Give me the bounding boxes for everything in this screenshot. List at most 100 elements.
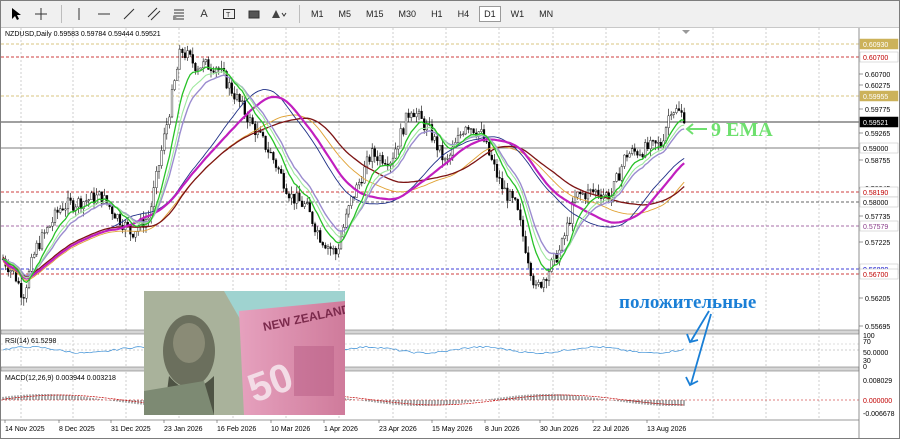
candle-body bbox=[116, 214, 119, 219]
candle-body bbox=[597, 189, 600, 196]
candle-body bbox=[628, 153, 631, 158]
candle-body bbox=[90, 192, 93, 201]
candle-body bbox=[381, 155, 384, 164]
crosshair-icon[interactable] bbox=[30, 3, 52, 25]
price-candles bbox=[1, 45, 686, 306]
candle-body bbox=[501, 178, 504, 190]
timeframe-mn[interactable]: MN bbox=[534, 6, 558, 22]
timeframe-m30[interactable]: M30 bbox=[394, 6, 422, 22]
candle-body bbox=[22, 297, 25, 299]
chart-area[interactable]: RSI(14) 61.5298 MACD(12,26,9) 0.003944 0… bbox=[1, 28, 899, 439]
candle-body bbox=[183, 52, 187, 58]
candle-body bbox=[308, 202, 311, 213]
macd-axis-label: 0.000000 bbox=[863, 398, 892, 405]
text-label-icon[interactable]: T bbox=[218, 3, 240, 25]
candle-body bbox=[498, 177, 501, 179]
price-label: 0.56205 bbox=[865, 296, 890, 303]
candle-body bbox=[649, 140, 652, 150]
candle-body bbox=[113, 213, 116, 219]
candle-body bbox=[269, 151, 272, 154]
candle-body bbox=[280, 169, 283, 174]
candle-body bbox=[550, 259, 553, 272]
rectangle-icon[interactable] bbox=[243, 3, 265, 25]
price-tag: 0.58000 bbox=[863, 200, 888, 207]
candle-body bbox=[646, 142, 649, 150]
timeframe-m5[interactable]: M5 bbox=[334, 6, 357, 22]
timeframe-m1[interactable]: M1 bbox=[306, 6, 329, 22]
horizontal-line-icon[interactable] bbox=[93, 3, 115, 25]
candle-body bbox=[165, 124, 168, 135]
candle-body bbox=[407, 112, 410, 118]
chart-title: NZDUSD,Daily 0.59583 0.59784 0.59444 0.5… bbox=[5, 31, 161, 38]
date-label: 15 May 2026 bbox=[432, 426, 473, 433]
vertical-line-icon[interactable] bbox=[68, 3, 90, 25]
candle-body bbox=[186, 50, 189, 58]
candle-body bbox=[378, 155, 382, 162]
candle-body bbox=[464, 126, 467, 135]
candle-body bbox=[267, 149, 270, 153]
candle-body bbox=[568, 222, 571, 225]
ema-arrow bbox=[685, 123, 707, 135]
price-tag: 0.58190 bbox=[863, 190, 888, 197]
timeframe-h1[interactable]: H1 bbox=[426, 6, 448, 22]
candle-body bbox=[415, 113, 418, 118]
candle-body bbox=[524, 236, 527, 253]
candle-body bbox=[511, 190, 514, 198]
fibonacci-icon[interactable]: F bbox=[168, 3, 190, 25]
cursor-icon[interactable] bbox=[5, 3, 27, 25]
toolbar-divider bbox=[61, 5, 62, 23]
candle-body bbox=[667, 115, 670, 128]
candle-body bbox=[394, 148, 397, 159]
date-label: 23 Apr 2026 bbox=[379, 426, 417, 433]
candle-body bbox=[178, 49, 181, 70]
candle-body bbox=[683, 112, 686, 124]
timeframe-m15[interactable]: M15 bbox=[361, 6, 389, 22]
trend-line-icon[interactable] bbox=[118, 3, 140, 25]
candle-body bbox=[360, 181, 363, 184]
candle-body bbox=[332, 248, 335, 250]
candle-body bbox=[293, 193, 296, 204]
candle-body bbox=[636, 151, 639, 156]
candle-body bbox=[589, 189, 592, 191]
price-label: 0.55695 bbox=[865, 324, 890, 331]
timeframe-h4[interactable]: H4 bbox=[453, 6, 475, 22]
candle-body bbox=[72, 200, 75, 211]
macd-axis-label: 0.008029 bbox=[863, 378, 892, 385]
shapes-icon[interactable] bbox=[268, 3, 290, 25]
toolbar: F A T M1 M5 M15 M30 H1 H4 D1 W1 MN bbox=[1, 1, 899, 28]
equidistant-channel-icon[interactable] bbox=[143, 3, 165, 25]
candle-body bbox=[625, 154, 629, 158]
price-label: 0.59775 bbox=[865, 107, 890, 114]
annotations: 9 EMA положительные bbox=[619, 30, 773, 313]
price-label: 0.58755 bbox=[865, 158, 890, 165]
price-tag: 0.60930 bbox=[863, 42, 888, 49]
ema-annotation: 9 EMA bbox=[711, 119, 773, 141]
candle-body bbox=[579, 191, 582, 195]
candle-body bbox=[306, 202, 309, 204]
candle-body bbox=[615, 173, 618, 182]
text-icon[interactable]: A bbox=[193, 3, 215, 25]
candle-body bbox=[46, 227, 49, 233]
candle-body bbox=[61, 208, 64, 211]
candle-body bbox=[33, 254, 36, 258]
price-tag: 0.57579 bbox=[863, 224, 888, 231]
timeframe-d1[interactable]: D1 bbox=[479, 6, 501, 22]
rsi-axis-label: 50.0000 bbox=[863, 350, 888, 357]
candle-body bbox=[261, 132, 265, 137]
candle-body bbox=[521, 219, 525, 237]
timeframe-w1[interactable]: W1 bbox=[506, 6, 530, 22]
date-label: 23 Jan 2026 bbox=[164, 426, 203, 433]
candle-body bbox=[644, 142, 647, 158]
candle-body bbox=[631, 148, 634, 154]
candle-body bbox=[155, 171, 158, 188]
candle-body bbox=[490, 154, 493, 160]
candle-body bbox=[48, 225, 51, 228]
candle-body bbox=[576, 191, 579, 198]
candle-body bbox=[316, 230, 319, 233]
svg-text:T: T bbox=[226, 12, 231, 19]
candle-body bbox=[425, 123, 428, 131]
candle-body bbox=[20, 282, 23, 298]
navy-ma-line bbox=[2, 89, 685, 280]
candle-body bbox=[238, 94, 241, 103]
candle-body bbox=[25, 287, 28, 299]
